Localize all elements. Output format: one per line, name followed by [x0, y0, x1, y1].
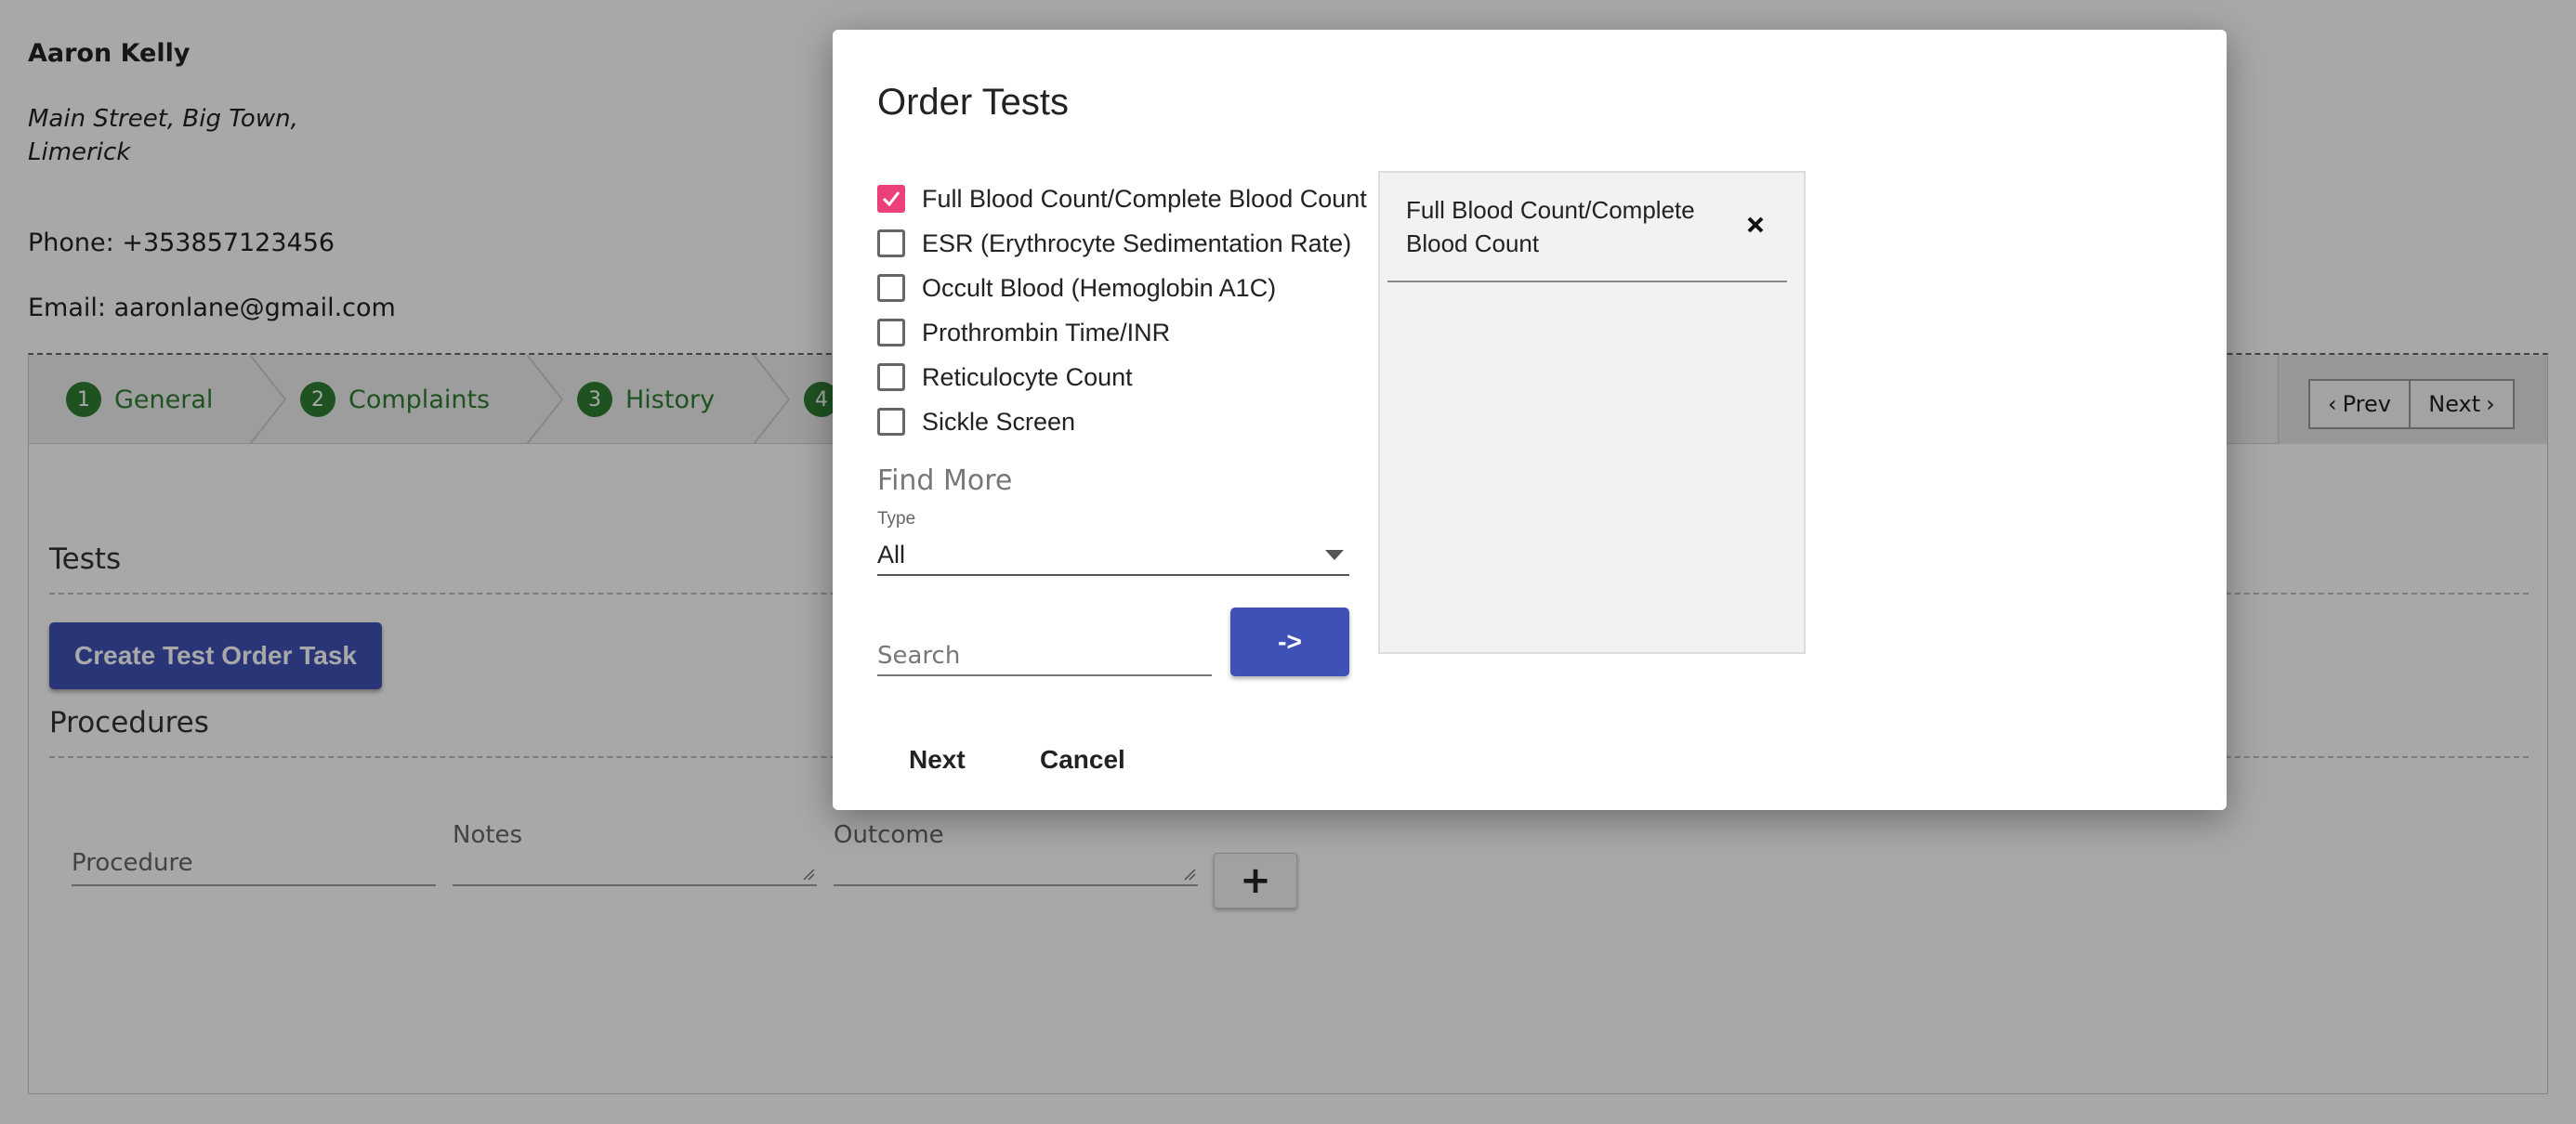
dialog-title: Order Tests [877, 82, 1069, 123]
test-label: Prothrombin Time/INR [922, 318, 1171, 346]
selected-test-label: Full Blood Count/Complete Blood Count [1406, 196, 1695, 257]
test-label: Sickle Screen [922, 407, 1076, 436]
test-checkbox-list: Full Blood Count/Complete Blood Count ES… [877, 176, 1379, 444]
test-option[interactable]: Prothrombin Time/INR [877, 310, 1379, 355]
test-label: Full Blood Count/Complete Blood Count [922, 184, 1367, 213]
test-option[interactable]: Full Blood Count/Complete Blood Count [877, 176, 1379, 221]
selected-test-item: Full Blood Count/Complete Blood Count [1387, 173, 1787, 282]
check-icon [882, 191, 900, 207]
search-input[interactable] [877, 639, 1212, 673]
type-select[interactable]: All [877, 535, 1349, 576]
test-option[interactable]: Occult Blood (Hemoglobin A1C) [877, 266, 1379, 310]
selected-tests-panel: Full Blood Count/Complete Blood Count [1378, 171, 1806, 654]
search-go-button[interactable]: -> [1230, 608, 1349, 676]
find-more-heading: Find More [877, 464, 1013, 497]
dropdown-arrow-icon [1325, 550, 1344, 560]
checkbox[interactable] [877, 185, 905, 213]
test-label: Reticulocyte Count [922, 362, 1133, 391]
type-label: Type [877, 509, 916, 529]
test-option[interactable]: ESR (Erythrocyte Sedimentation Rate) [877, 221, 1379, 266]
type-value: All [877, 541, 906, 569]
test-label: Occult Blood (Hemoglobin A1C) [922, 273, 1277, 302]
checkbox[interactable] [877, 363, 905, 391]
next-button[interactable]: Next [909, 745, 966, 775]
cancel-button[interactable]: Cancel [1040, 745, 1125, 775]
search-field[interactable] [877, 635, 1212, 676]
checkbox[interactable] [877, 274, 905, 302]
close-icon[interactable] [1742, 212, 1768, 238]
checkbox[interactable] [877, 229, 905, 257]
order-tests-dialog: Order Tests Full Blood Count/Complete Bl… [833, 30, 2227, 810]
test-option[interactable]: Sickle Screen [877, 399, 1379, 444]
test-option[interactable]: Reticulocyte Count [877, 355, 1379, 399]
checkbox[interactable] [877, 408, 905, 436]
checkbox[interactable] [877, 319, 905, 346]
test-label: ESR (Erythrocyte Sedimentation Rate) [922, 229, 1352, 257]
